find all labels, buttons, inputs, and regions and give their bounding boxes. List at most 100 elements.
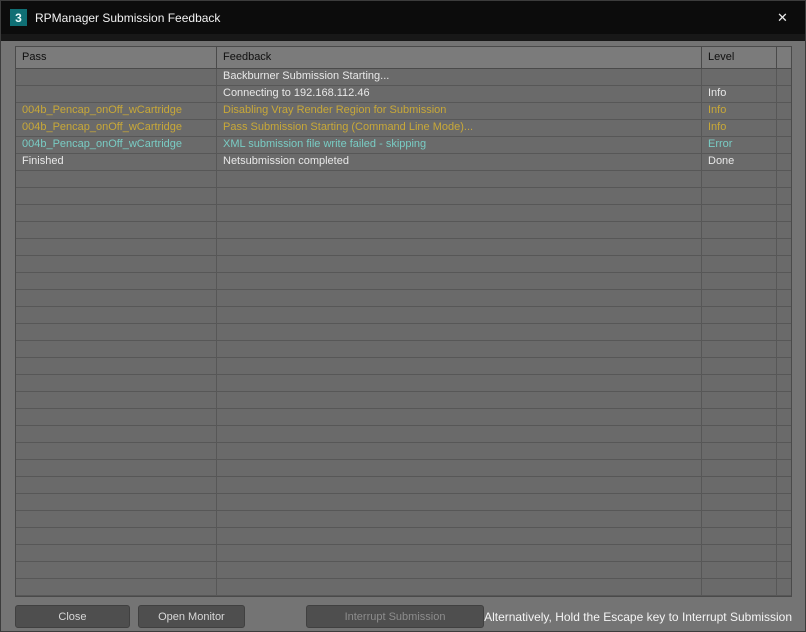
cell-feedback: Backburner Submission Starting... <box>217 69 702 86</box>
rpmanager-feedback-window: 3 RPManager Submission Feedback ✕ Pass F… <box>0 0 806 632</box>
table-row[interactable] <box>16 443 791 460</box>
cell-level <box>702 477 777 494</box>
table-row[interactable] <box>16 171 791 188</box>
cell-level <box>702 188 777 205</box>
table-row[interactable]: Connecting to 192.168.112.46Info <box>16 86 791 103</box>
table-row[interactable] <box>16 409 791 426</box>
close-icon[interactable]: ✕ <box>760 1 805 34</box>
table-row[interactable] <box>16 426 791 443</box>
cell-scroll-strip <box>777 171 791 188</box>
table-row[interactable] <box>16 477 791 494</box>
cell-level <box>702 205 777 222</box>
cell-pass <box>16 307 217 324</box>
cell-pass: 004b_Pencap_onOff_wCartridge <box>16 103 217 120</box>
cell-level <box>702 290 777 307</box>
cell-pass <box>16 188 217 205</box>
table-row[interactable] <box>16 460 791 477</box>
cell-feedback <box>217 392 702 409</box>
cell-scroll-strip <box>777 579 791 596</box>
table-row[interactable] <box>16 307 791 324</box>
titlebar-divider <box>1 34 805 41</box>
cell-pass <box>16 443 217 460</box>
table-row[interactable]: Backburner Submission Starting... <box>16 69 791 86</box>
titlebar[interactable]: 3 RPManager Submission Feedback ✕ <box>1 1 805 34</box>
cell-scroll-strip <box>777 477 791 494</box>
cell-scroll-strip <box>777 341 791 358</box>
table-row[interactable] <box>16 511 791 528</box>
column-header-pass[interactable]: Pass <box>16 47 217 69</box>
cell-level <box>702 579 777 596</box>
cell-scroll-strip <box>777 392 791 409</box>
cell-pass <box>16 86 217 103</box>
table-row[interactable] <box>16 239 791 256</box>
table-row[interactable] <box>16 392 791 409</box>
cell-pass <box>16 341 217 358</box>
interrupt-submission-button[interactable]: Interrupt Submission <box>306 605 484 628</box>
cell-feedback <box>217 188 702 205</box>
cell-scroll-strip <box>777 307 791 324</box>
table-row[interactable] <box>16 324 791 341</box>
open-monitor-button[interactable]: Open Monitor <box>138 605 245 628</box>
column-header-level[interactable]: Level <box>702 47 777 69</box>
cell-feedback <box>217 443 702 460</box>
cell-scroll-strip <box>777 103 791 120</box>
table-row[interactable] <box>16 562 791 579</box>
cell-pass: Finished <box>16 154 217 171</box>
table-row[interactable]: 004b_Pencap_onOff_wCartridgeXML submissi… <box>16 137 791 154</box>
cell-level <box>702 324 777 341</box>
cell-level <box>702 409 777 426</box>
cell-level <box>702 222 777 239</box>
window-title: RPManager Submission Feedback <box>35 11 220 25</box>
table-row[interactable] <box>16 528 791 545</box>
table-row[interactable] <box>16 188 791 205</box>
table-row[interactable] <box>16 273 791 290</box>
table-row[interactable] <box>16 256 791 273</box>
cell-feedback <box>217 511 702 528</box>
table-row[interactable] <box>16 222 791 239</box>
cell-feedback <box>217 528 702 545</box>
cell-feedback <box>217 307 702 324</box>
cell-pass <box>16 273 217 290</box>
table-row[interactable] <box>16 358 791 375</box>
escape-hint-text: Alternatively, Hold the Escape key to In… <box>484 610 792 624</box>
table-row[interactable] <box>16 545 791 562</box>
table-row[interactable]: 004b_Pencap_onOff_wCartridgePass Submiss… <box>16 120 791 137</box>
table-row[interactable] <box>16 494 791 511</box>
cell-level <box>702 392 777 409</box>
cell-feedback <box>217 375 702 392</box>
cell-level <box>702 239 777 256</box>
cell-feedback <box>217 477 702 494</box>
table-row[interactable]: FinishedNetsubmission completedDone <box>16 154 791 171</box>
cell-level: Info <box>702 120 777 137</box>
cell-scroll-strip <box>777 528 791 545</box>
cell-pass <box>16 477 217 494</box>
table-row[interactable] <box>16 205 791 222</box>
table-rows-container: Backburner Submission Starting...Connect… <box>16 69 791 596</box>
table-row[interactable] <box>16 375 791 392</box>
cell-pass <box>16 426 217 443</box>
cell-feedback: XML submission file write failed - skipp… <box>217 137 702 154</box>
cell-level <box>702 256 777 273</box>
cell-feedback <box>217 324 702 341</box>
cell-feedback <box>217 239 702 256</box>
cell-scroll-strip <box>777 494 791 511</box>
cell-scroll-strip <box>777 120 791 137</box>
feedback-table: Pass Feedback Level Backburner Submissio… <box>15 46 792 597</box>
cell-level <box>702 171 777 188</box>
cell-scroll-strip <box>777 358 791 375</box>
table-header-row: Pass Feedback Level <box>16 47 791 69</box>
table-row[interactable]: 004b_Pencap_onOff_wCartridgeDisabling Vr… <box>16 103 791 120</box>
column-header-feedback[interactable]: Feedback <box>217 47 702 69</box>
table-row[interactable] <box>16 290 791 307</box>
cell-scroll-strip <box>777 273 791 290</box>
cell-scroll-strip <box>777 154 791 171</box>
close-button[interactable]: Close <box>15 605 130 628</box>
cell-feedback <box>217 545 702 562</box>
cell-scroll-strip <box>777 256 791 273</box>
cell-scroll-strip <box>777 443 791 460</box>
table-row[interactable] <box>16 579 791 596</box>
cell-scroll-strip <box>777 69 791 86</box>
cell-scroll-strip <box>777 222 791 239</box>
cell-pass <box>16 171 217 188</box>
table-row[interactable] <box>16 341 791 358</box>
